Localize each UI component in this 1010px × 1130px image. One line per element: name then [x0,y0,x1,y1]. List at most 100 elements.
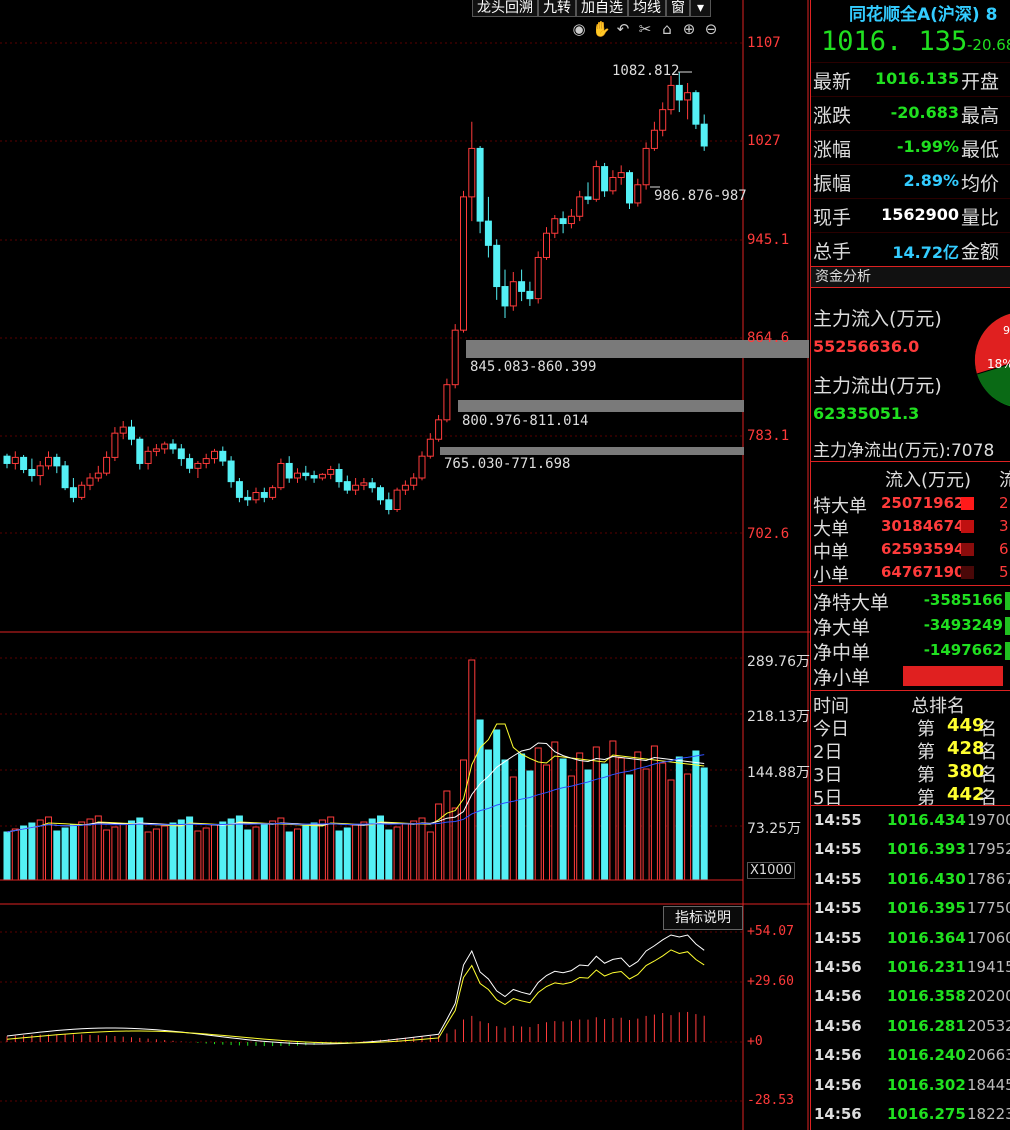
candle-body [235,481,243,498]
tick-time: 14:56 [814,987,862,1006]
toolbar-item-3[interactable]: 均线 [628,0,666,17]
rank-row-3: 5日第 442 名 [811,784,1010,809]
candle-body [28,469,36,477]
net-outflow-label: 主力净流出(万元):7078 [813,441,995,461]
net-label: 净特大单 [813,592,890,614]
candle-body [294,472,301,479]
lock-icon[interactable]: ⌂ [658,20,676,38]
order-out: 3 [999,517,1009,535]
candle-body [443,384,451,421]
undo-icon[interactable]: ↶ [614,20,632,38]
hand-icon[interactable]: ✋ [592,20,611,38]
net-label: 净小单 [813,667,871,689]
volume-bar [659,762,667,881]
net-row-1: 净大单 -3493249 [811,613,1010,639]
macd-tick-0: +54.07 [747,924,794,939]
price-tick-0: 1107 [747,35,781,51]
candle-body [642,147,650,186]
net-small-bar [903,666,1003,686]
volume-bar [111,826,119,881]
candle-body [368,482,376,489]
volume-bar [244,829,252,881]
tick-price: 1016.275 [887,1105,966,1123]
tick-row-5: 14:56 1016.231 19415 [811,953,1010,982]
candle-body [103,456,111,474]
chart-area[interactable] [0,0,810,1130]
tick-price: 1016.430 [887,869,966,888]
inflow-value: 55256636.0 [813,337,920,356]
candle-body [584,196,592,200]
candle-body [86,477,94,486]
candle-body [377,487,384,501]
macd-dif [6,934,705,1045]
toolbar-item-0[interactable]: 龙头回溯 [472,0,538,17]
fund-analysis-header[interactable]: 资金分析 [811,266,1010,288]
indicator-help-button[interactable]: 指标说明 [663,906,743,930]
candle-body [302,472,310,477]
tick-time: 14:56 [814,1105,862,1123]
quote-value: 2.89% [903,171,959,190]
order-swatch [961,497,974,510]
quote-label: 涨幅 [813,139,852,161]
volume-bar [277,817,285,881]
macd-tick-2: +0 [747,1034,763,1049]
volume-bar [3,831,11,881]
tick-price: 1016.358 [887,987,966,1006]
tick-price: 1016.231 [887,958,966,976]
volume-bar [119,823,127,881]
candle-body [277,462,285,489]
rank-row-0: 今日第 449 名 [811,715,1010,740]
toolbar-item-4[interactable]: 窗 [666,0,690,17]
high-annotation: 1082.812 [612,63,680,79]
candle-body [576,196,584,217]
order-out: 6 [999,540,1009,558]
volume-bar [501,759,509,881]
volume-bar [194,830,202,881]
candle-body [144,450,152,464]
quote-label: 现手 [813,207,852,229]
candle-body [684,92,692,101]
candle-body [418,455,426,479]
tick-volume: 20663 [967,1046,1010,1065]
net-value: -1497662 [923,641,1003,659]
candle-body [551,218,559,234]
candle-body [3,455,11,464]
volume-bar [642,768,650,881]
volume-bar [543,764,550,881]
candle-body [136,438,144,464]
order-swatch [961,566,974,579]
candle-body [667,84,675,111]
volume-bar [211,824,218,881]
candle-body [534,256,542,300]
volume-tick-1: 218.13万 [747,709,810,725]
tick-volume: 18445 [967,1075,1010,1094]
volume-bar [310,822,318,881]
net-value: -3493249 [923,616,1003,634]
tick-volume: 18223 [967,1105,1010,1123]
order-row-0: 特大单 25071962 2 [811,492,1010,517]
candle-body [617,172,625,178]
quote-label2: 均价 [961,173,1000,195]
zoom-in-icon[interactable]: ⊕ [680,20,698,38]
pie-label-large: 18% [987,357,1010,371]
quote-row-2: 涨幅 -1.99% 最低 [811,130,1010,163]
volume-bar [559,758,567,881]
more-icon[interactable]: ▾ [690,0,712,17]
col-inflow: 流入(万元) [885,470,972,491]
candle-body [393,489,401,510]
candle-body [219,450,227,462]
volume-bar [700,767,708,881]
volume-bar [352,824,360,881]
chart-tools: ◉ ✋ ↶ ✂ ⌂ ⊕ ⊖ [570,20,720,38]
zoom-out-icon[interactable]: ⊖ [702,20,720,38]
scissors-icon[interactable]: ✂ [636,20,654,38]
volume-bar [144,831,152,881]
candle-body [327,469,335,475]
tick-time: 14:56 [814,1016,862,1035]
zone-label-2: 800.976-811.014 [462,413,589,429]
candle-body [318,473,326,479]
eye-icon[interactable]: ◉ [570,20,588,38]
toolbar-item-2[interactable]: 加自选 [576,0,628,17]
tick-row-10: 14:56 1016.275 18223 [811,1100,1010,1129]
toolbar-item-1[interactable]: 九转 [538,0,576,17]
